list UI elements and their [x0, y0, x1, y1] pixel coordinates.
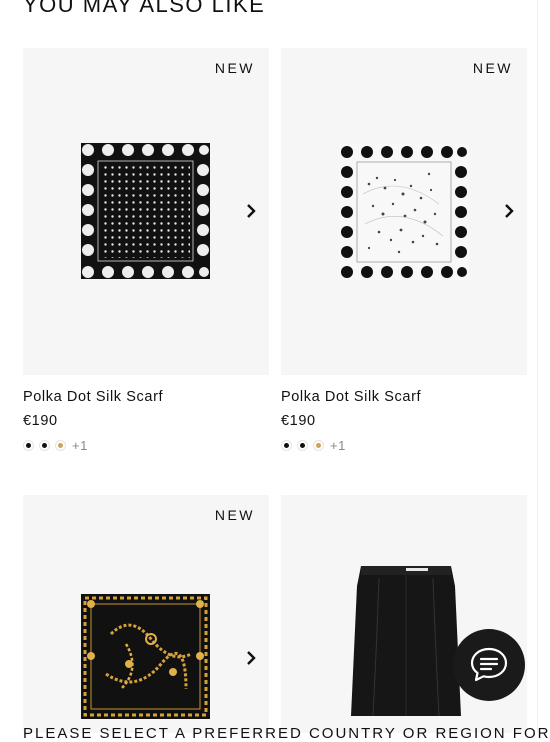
color-swatch[interactable] — [281, 440, 292, 451]
product-card[interactable]: NEW — [23, 495, 269, 733]
color-swatch[interactable] — [313, 440, 324, 451]
new-badge: NEW — [472, 60, 513, 76]
more-colors-count[interactable]: +1 — [72, 438, 88, 453]
chevron-right-icon[interactable] — [243, 203, 259, 219]
chevron-right-icon[interactable] — [501, 203, 517, 219]
product-name[interactable]: Polka Dot Silk Scarf — [281, 389, 421, 405]
color-swatches: +1 — [23, 438, 88, 453]
color-swatch[interactable] — [23, 440, 34, 451]
new-badge: NEW — [214, 507, 255, 523]
polka-dot-scarf-image — [339, 144, 469, 280]
product-card[interactable]: NEW Polka Dot Silk Scarf €190 +1 — [281, 48, 527, 468]
product-image-area[interactable]: NEW — [281, 48, 527, 375]
polka-dot-scarf-image — [81, 143, 210, 279]
region-banner-text[interactable]: PLEASE SELECT A PREFERRED COUNTRY OR REG… — [23, 725, 550, 742]
new-badge: NEW — [214, 60, 255, 76]
product-card[interactable]: NEW Polka Dot Silk Scarf €190 +1 — [23, 48, 269, 468]
divider — [537, 0, 538, 733]
black-skirt-image — [351, 566, 461, 716]
chain-print-scarf-image — [81, 594, 210, 719]
color-swatch[interactable] — [55, 440, 66, 451]
product-image-area[interactable]: NEW — [23, 495, 269, 733]
chat-button[interactable] — [453, 629, 525, 701]
product-price: €190 — [281, 413, 316, 429]
section-title: YOU MAY ALSO LIKE — [23, 0, 266, 17]
chat-bubble-icon — [470, 647, 508, 682]
product-image-area[interactable]: NEW — [23, 48, 269, 375]
color-swatch[interactable] — [39, 440, 50, 451]
product-name[interactable]: Polka Dot Silk Scarf — [23, 389, 163, 405]
product-price: €190 — [23, 413, 58, 429]
color-swatches: +1 — [281, 438, 346, 453]
color-swatch[interactable] — [297, 440, 308, 451]
chevron-right-icon[interactable] — [243, 650, 259, 666]
more-colors-count[interactable]: +1 — [330, 438, 346, 453]
